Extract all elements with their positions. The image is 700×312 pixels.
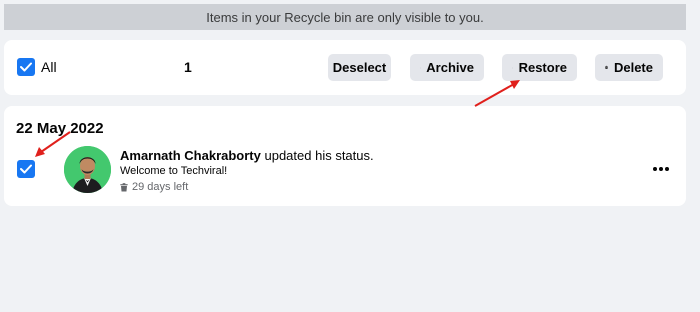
expiry-text: 29 days left xyxy=(132,181,189,193)
recycle-bin-notice: Items in your Recycle bin are only visib… xyxy=(4,4,686,30)
trash-icon xyxy=(120,182,128,191)
post-content: Welcome to Techviral! xyxy=(120,165,228,177)
post-date: 22 May 2022 xyxy=(16,120,104,137)
deselect-button[interactable]: Deselect xyxy=(328,54,391,81)
restore-label: Restore xyxy=(518,60,567,75)
post-title: Amarnath Chakraborty updated his status. xyxy=(120,148,374,163)
post-select-checkbox[interactable] xyxy=(17,160,35,178)
more-dot xyxy=(665,167,669,171)
avatar[interactable] xyxy=(64,146,111,193)
more-dot xyxy=(659,167,663,171)
delete-label: Delete xyxy=(613,60,653,75)
notice-text: Items in your Recycle bin are only visib… xyxy=(206,9,484,25)
selection-toolbar: All 1 Deselect Archive Restore Delete xyxy=(4,40,686,95)
delete-button[interactable]: Delete xyxy=(595,54,663,81)
select-all-checkbox[interactable] xyxy=(17,58,35,76)
more-horizontal-icon xyxy=(653,167,657,171)
checkmark-icon xyxy=(20,62,32,72)
profile-photo xyxy=(64,146,111,193)
archive-button[interactable]: Archive xyxy=(410,54,484,81)
select-all-label[interactable]: All xyxy=(41,59,57,75)
more-options-button[interactable] xyxy=(649,160,673,178)
post-author[interactable]: Amarnath Chakraborty xyxy=(120,148,261,163)
post-action: updated his status. xyxy=(260,148,374,163)
restore-button[interactable]: Restore xyxy=(502,54,577,81)
archive-label: Archive xyxy=(426,60,474,75)
post-expiry: 29 days left xyxy=(120,181,188,193)
deselect-label: Deselect xyxy=(332,60,387,75)
trash-icon xyxy=(605,65,608,69)
recycled-post-card: 22 May 2022 Amarnath Chakraborty updated… xyxy=(4,106,686,206)
restore-undo-icon xyxy=(512,67,513,68)
selected-count: 1 xyxy=(184,59,192,75)
checkmark-icon xyxy=(20,164,32,174)
